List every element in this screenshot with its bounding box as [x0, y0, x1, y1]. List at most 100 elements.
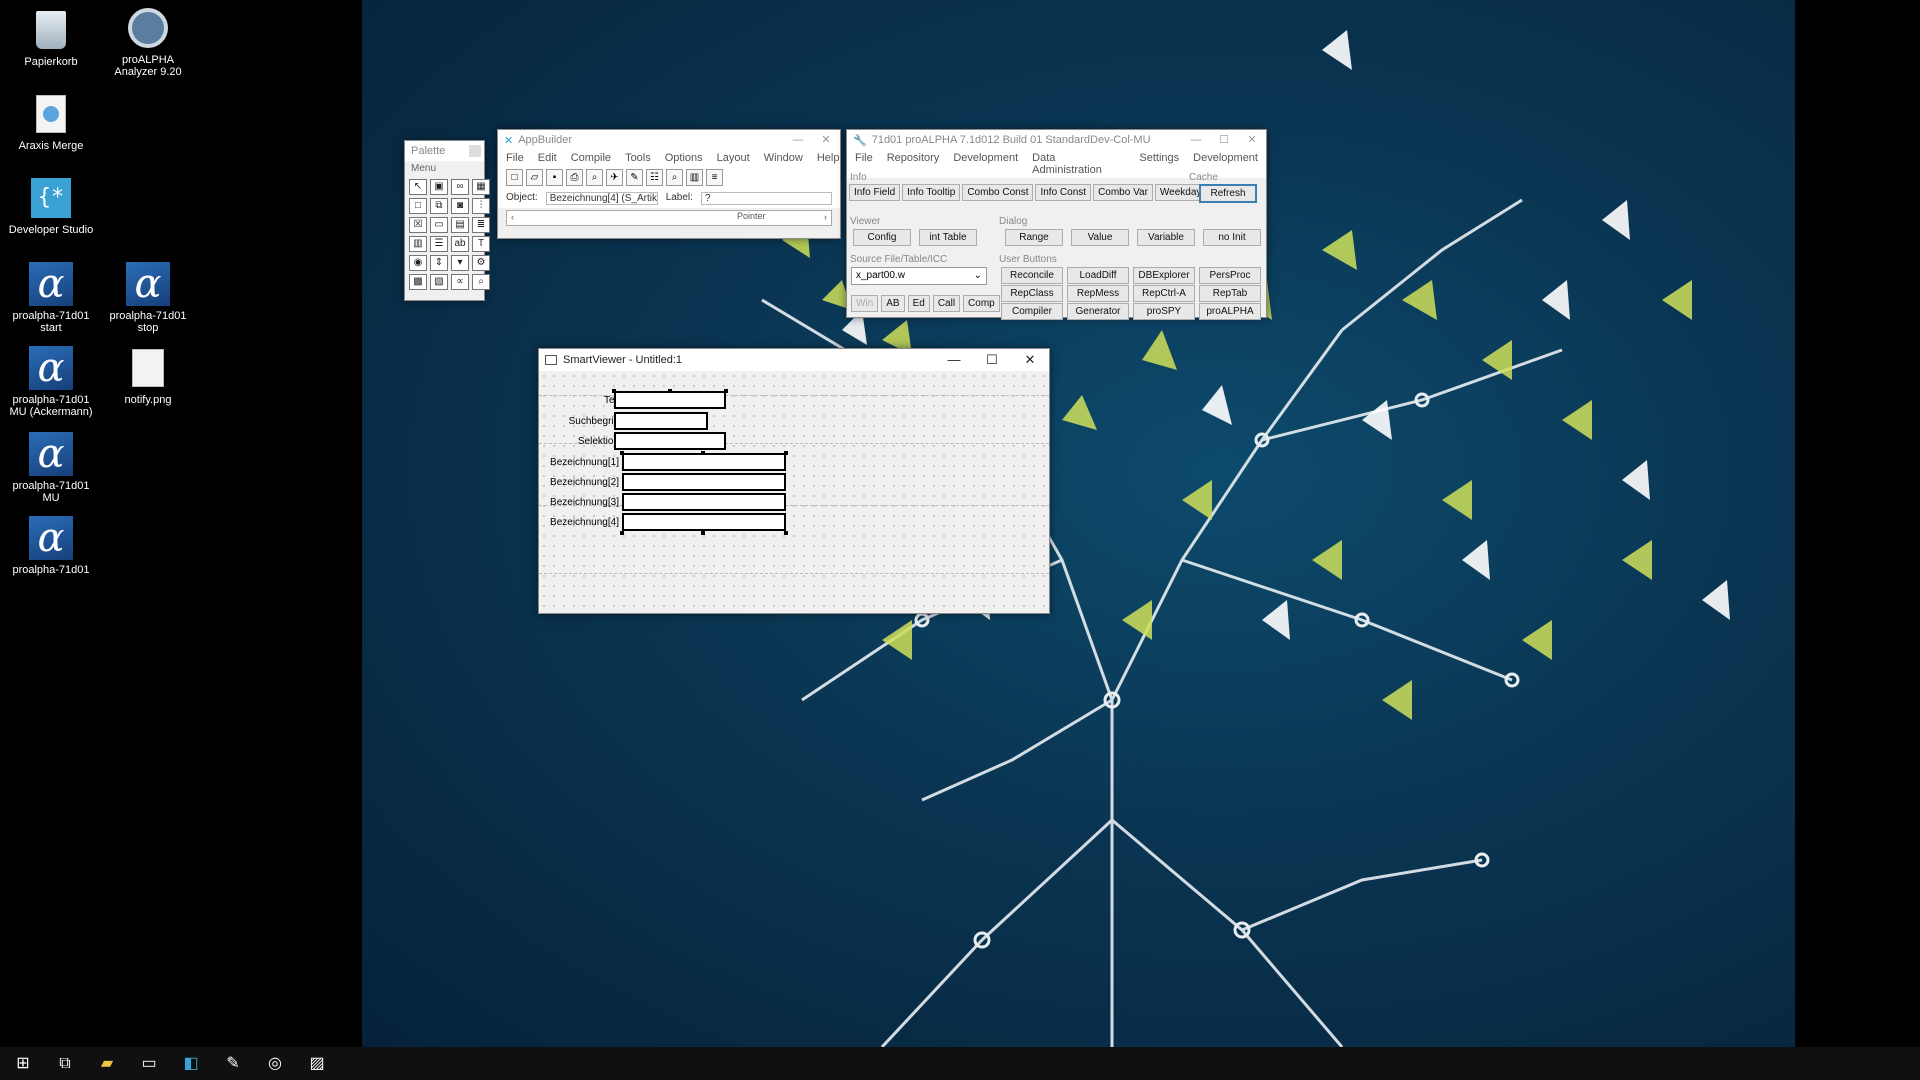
desktop-icon-notify-png[interactable]: notify.png: [100, 346, 196, 406]
call-button[interactable]: Call: [932, 295, 961, 312]
desktop-icon-proalpha-stop[interactable]: α proalpha-71d01 stop: [100, 262, 196, 334]
appbuilder-titlebar[interactable]: ✕ AppBuilder — ✕: [498, 130, 840, 150]
windows-start-icon[interactable]: ⊞: [12, 1053, 34, 1075]
developer-studio-taskbar-icon[interactable]: ◧: [180, 1053, 202, 1075]
selection-handle[interactable]: [620, 451, 624, 455]
source-file-combo[interactable]: x_part00.w ⌄: [851, 267, 987, 285]
menu-data-administration[interactable]: Data Administration: [1032, 152, 1125, 176]
proalpha-button[interactable]: proALPHA: [1199, 303, 1261, 320]
run-icon[interactable]: ✈: [606, 169, 623, 186]
selection-handle[interactable]: [612, 389, 616, 393]
spin-tool-icon[interactable]: ⇕: [430, 255, 448, 271]
save-icon[interactable]: ▪: [546, 169, 563, 186]
query-tool-icon[interactable]: ▣: [430, 179, 448, 195]
repmess-button[interactable]: RepMess: [1067, 285, 1129, 302]
smartviewer-titlebar[interactable]: SmartViewer - Untitled:1 — ☐ ✕: [539, 349, 1049, 371]
tools-titlebar[interactable]: 🔧 71d01 proALPHA 7.1d012 Build 01 Standa…: [847, 130, 1266, 150]
selection-handle[interactable]: [668, 389, 672, 393]
comp-button[interactable]: Comp: [963, 295, 1000, 312]
field-teil[interactable]: [614, 391, 726, 409]
menu-tools[interactable]: Tools: [625, 152, 651, 164]
terminal-icon[interactable]: ▭: [138, 1053, 160, 1075]
columns-icon[interactable]: ▥: [686, 169, 703, 186]
search-icon[interactable]: ⌕: [666, 169, 683, 186]
menu-file[interactable]: File: [506, 152, 524, 164]
design-canvas[interactable]: Teil Suchbegriff Selektion Bezeichnung[1…: [539, 371, 1049, 613]
menu-development[interactable]: Development: [953, 152, 1018, 176]
compiler-button[interactable]: Compiler: [1001, 303, 1063, 320]
field-bezeichnung-4[interactable]: [622, 513, 786, 531]
desktop-icon-developer-studio[interactable]: {* Developer Studio: [3, 176, 99, 236]
generator-button[interactable]: Generator: [1067, 303, 1129, 320]
close-button[interactable]: ✕: [1238, 130, 1266, 150]
desktop-icon-proalpha-mu-ackermann[interactable]: α proalpha-71d01 MU (Ackermann): [3, 346, 99, 418]
menu-layout[interactable]: Layout: [717, 152, 750, 164]
palette-window[interactable]: Palette Menu ↖ ▣ ∞ ▦ □ ⧉ ◙ ⫶ ☒ ▭ ▤ ≣ ▥ ☰…: [404, 140, 490, 301]
list-icon[interactable]: ≡: [706, 169, 723, 186]
zoom-icon[interactable]: ⌕: [586, 169, 603, 186]
repctrl-a-button[interactable]: RepCtrl-A: [1133, 285, 1195, 302]
slider-tool-icon[interactable]: ⫶: [472, 198, 490, 214]
fill-in-tool-icon[interactable]: ab: [451, 236, 469, 252]
minimize-button[interactable]: —: [935, 350, 973, 370]
selection-handle[interactable]: [724, 389, 728, 393]
info-tooltip-button[interactable]: Info Tooltip: [902, 184, 961, 201]
file-explorer-icon[interactable]: ▰: [96, 1053, 118, 1075]
info-field-button[interactable]: Info Field: [849, 184, 901, 201]
palette-titlebar[interactable]: Palette: [405, 141, 484, 161]
text-area-tool-icon[interactable]: ☰: [430, 236, 448, 252]
copy-tool-icon[interactable]: ⧉: [430, 198, 448, 214]
refresh-button[interactable]: Refresh: [1199, 184, 1257, 203]
menu-options[interactable]: Options: [665, 152, 703, 164]
desktop-icon-proalpha-start[interactable]: α proalpha-71d01 start: [3, 262, 99, 334]
editor-tool-icon[interactable]: ▥: [409, 236, 427, 252]
combo-const-button[interactable]: Combo Const: [962, 184, 1034, 201]
minimize-button[interactable]: —: [1182, 130, 1210, 150]
close-button[interactable]: ✕: [1011, 350, 1049, 370]
image-tool-icon[interactable]: ▤: [451, 217, 469, 233]
wrench-taskbar-icon[interactable]: ✎: [222, 1053, 244, 1075]
field-bezeichnung-2[interactable]: [622, 473, 786, 491]
repclass-button[interactable]: RepClass: [1001, 285, 1063, 302]
maximize-button[interactable]: ☐: [1210, 130, 1238, 150]
combo-var-button[interactable]: Combo Var: [1093, 184, 1153, 201]
no-init-button[interactable]: no Init: [1203, 229, 1261, 246]
dbexplorer-button[interactable]: DBExplorer: [1133, 267, 1195, 284]
smart-object-tool-icon[interactable]: ▧: [430, 274, 448, 290]
menu-window[interactable]: Window: [764, 152, 803, 164]
appbuilder-window[interactable]: ✕ AppBuilder — ✕ File Edit Compile Tools…: [497, 129, 841, 239]
menu-compile[interactable]: Compile: [571, 152, 611, 164]
desktop-icon-proalpha-analyzer[interactable]: proALPHA Analyzer 9.20: [100, 6, 196, 78]
selection-handle[interactable]: [784, 451, 788, 455]
selection-handle[interactable]: [784, 531, 788, 535]
camera-tool-icon[interactable]: ◙: [451, 198, 469, 214]
toggle-tool-icon[interactable]: ☒: [409, 217, 427, 233]
selection-handle[interactable]: [620, 531, 624, 535]
win-button[interactable]: Win: [851, 295, 879, 312]
print-icon[interactable]: ⎙: [566, 169, 583, 186]
loaddiff-button[interactable]: LoadDiff: [1067, 267, 1129, 284]
frame-tool-icon[interactable]: □: [409, 198, 427, 214]
int-table-button[interactable]: int Table: [919, 229, 977, 246]
edit-pencil-icon[interactable]: ✎: [626, 169, 643, 186]
label-field[interactable]: ?: [700, 192, 832, 205]
ab-button[interactable]: AB: [881, 295, 905, 312]
object-name-field[interactable]: Bezeichnung[4] (S_Artikel): [545, 192, 658, 205]
combo-tool-icon[interactable]: ▾: [451, 255, 469, 271]
menu-settings[interactable]: Settings: [1139, 152, 1179, 176]
field-bezeichnung-3[interactable]: [622, 493, 786, 511]
prospy-button[interactable]: proSPY: [1133, 303, 1195, 320]
list-tool-icon[interactable]: ≣: [472, 217, 490, 233]
field-selektion[interactable]: [614, 432, 726, 450]
field-bezeichnung-1[interactable]: [622, 453, 786, 471]
reptab-button[interactable]: RepTab: [1199, 285, 1261, 302]
reconcile-button[interactable]: Reconcile: [1001, 267, 1063, 284]
table-tool-icon[interactable]: ▩: [409, 274, 427, 290]
desktop-icon-proalpha[interactable]: α proalpha-71d01: [3, 516, 99, 576]
persproc-button[interactable]: PersProc: [1199, 267, 1261, 284]
smart-query-tool-icon[interactable]: ⌕: [472, 274, 490, 290]
info-const-button[interactable]: Info Const: [1035, 184, 1092, 201]
scroll-left-icon[interactable]: ‹: [511, 212, 514, 222]
field-suchbegriff[interactable]: [614, 412, 708, 430]
pointer-tool-icon[interactable]: ↖: [409, 179, 427, 195]
